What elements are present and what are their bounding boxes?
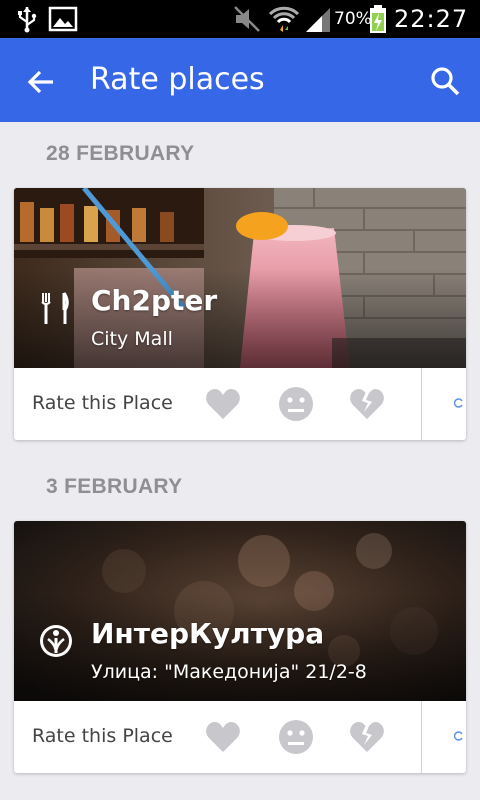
app-bar: Rate places (0, 38, 480, 122)
battery-charging-icon (370, 5, 386, 33)
clock: 22:27 (394, 5, 469, 33)
broken-heart-icon[interactable] (348, 719, 386, 755)
neutral-face-icon[interactable] (277, 386, 315, 422)
rate-label: Rate this Place (32, 725, 173, 747)
battery-level: 70% (334, 9, 372, 29)
usb-icon (18, 7, 37, 33)
place-card[interactable]: ИнтерКултура Улица: "Македонија" 21/2-8 … (14, 521, 466, 773)
refresh-icon[interactable] (454, 731, 464, 741)
place-address: City Mall (91, 328, 173, 350)
divider (421, 368, 422, 440)
image-icon (48, 6, 78, 32)
cutlery-icon (41, 292, 69, 324)
neutral-face-icon[interactable] (277, 719, 315, 755)
page-title: Rate places (90, 62, 265, 97)
section-date: 28 FEBRUARY (46, 142, 195, 165)
heart-icon[interactable] (204, 719, 242, 755)
culture-center-icon (40, 625, 72, 657)
rating-row: Rate this Place (14, 701, 466, 773)
place-name: Ch2pter (91, 284, 218, 317)
signal-icon (306, 8, 330, 32)
wifi-icon (268, 6, 300, 33)
divider (421, 701, 422, 773)
place-name: ИнтерКултура (91, 617, 325, 650)
refresh-icon[interactable] (454, 398, 464, 408)
heart-icon[interactable] (204, 386, 242, 422)
place-card[interactable]: Ch2pter City Mall Rate this Place (14, 188, 466, 440)
rate-label: Rate this Place (32, 392, 173, 414)
place-photo: Ch2pter City Mall (14, 188, 466, 368)
search-icon[interactable] (426, 62, 466, 102)
section-date: 3 FEBRUARY (46, 475, 183, 498)
status-bar: 70% 22:27 (0, 0, 480, 38)
rating-row: Rate this Place (14, 368, 466, 440)
broken-heart-icon[interactable] (348, 386, 386, 422)
mute-icon (234, 6, 260, 32)
place-address: Улица: "Македонија" 21/2-8 (91, 661, 367, 683)
place-photo: ИнтерКултура Улица: "Македонија" 21/2-8 (14, 521, 466, 701)
arrow-left-icon[interactable] (22, 62, 62, 102)
